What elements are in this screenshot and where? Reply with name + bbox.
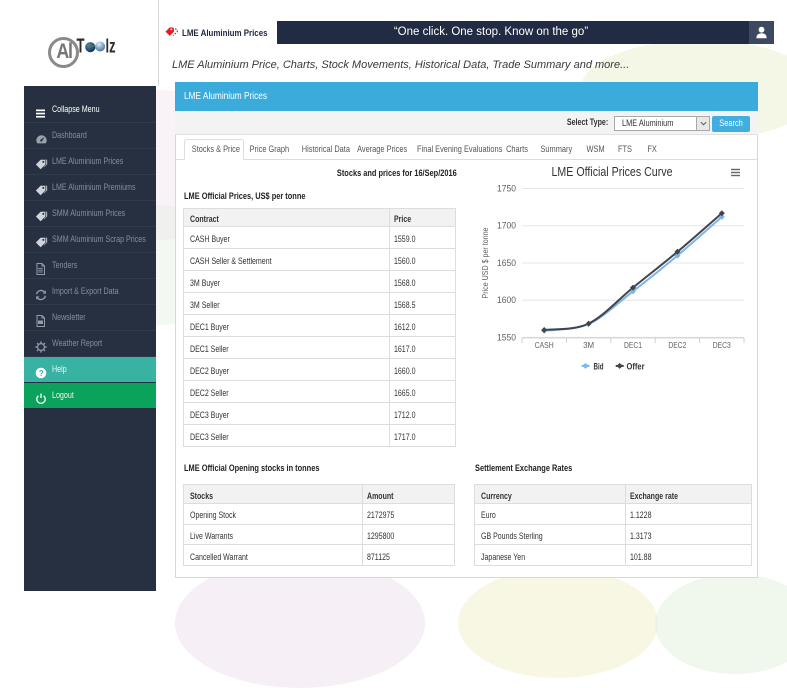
svg-text:3M: 3M <box>583 340 594 350</box>
svg-text:DEC2: DEC2 <box>668 340 686 350</box>
svg-text:DEC1: DEC1 <box>624 340 642 350</box>
svg-text:1750: 1750 <box>497 184 516 194</box>
svg-text:1550: 1550 <box>497 332 516 342</box>
svg-text:?: ? <box>39 369 44 378</box>
svg-text:LME Official Prices Curve: LME Official Prices Curve <box>552 165 673 179</box>
svg-text:1600: 1600 <box>497 295 516 305</box>
svg-text:Bid: Bid <box>594 361 604 372</box>
svg-text:Price USD $ per tonne: Price USD $ per tonne <box>480 227 490 298</box>
svg-text:T: T <box>77 36 85 56</box>
svg-text:1650: 1650 <box>497 258 516 268</box>
svg-text:CASH: CASH <box>535 340 554 350</box>
svg-text:lz: lz <box>106 37 116 57</box>
svg-text:Offer: Offer <box>627 361 645 372</box>
svg-text:1700: 1700 <box>497 221 516 231</box>
svg-text:DEC3: DEC3 <box>713 340 731 350</box>
